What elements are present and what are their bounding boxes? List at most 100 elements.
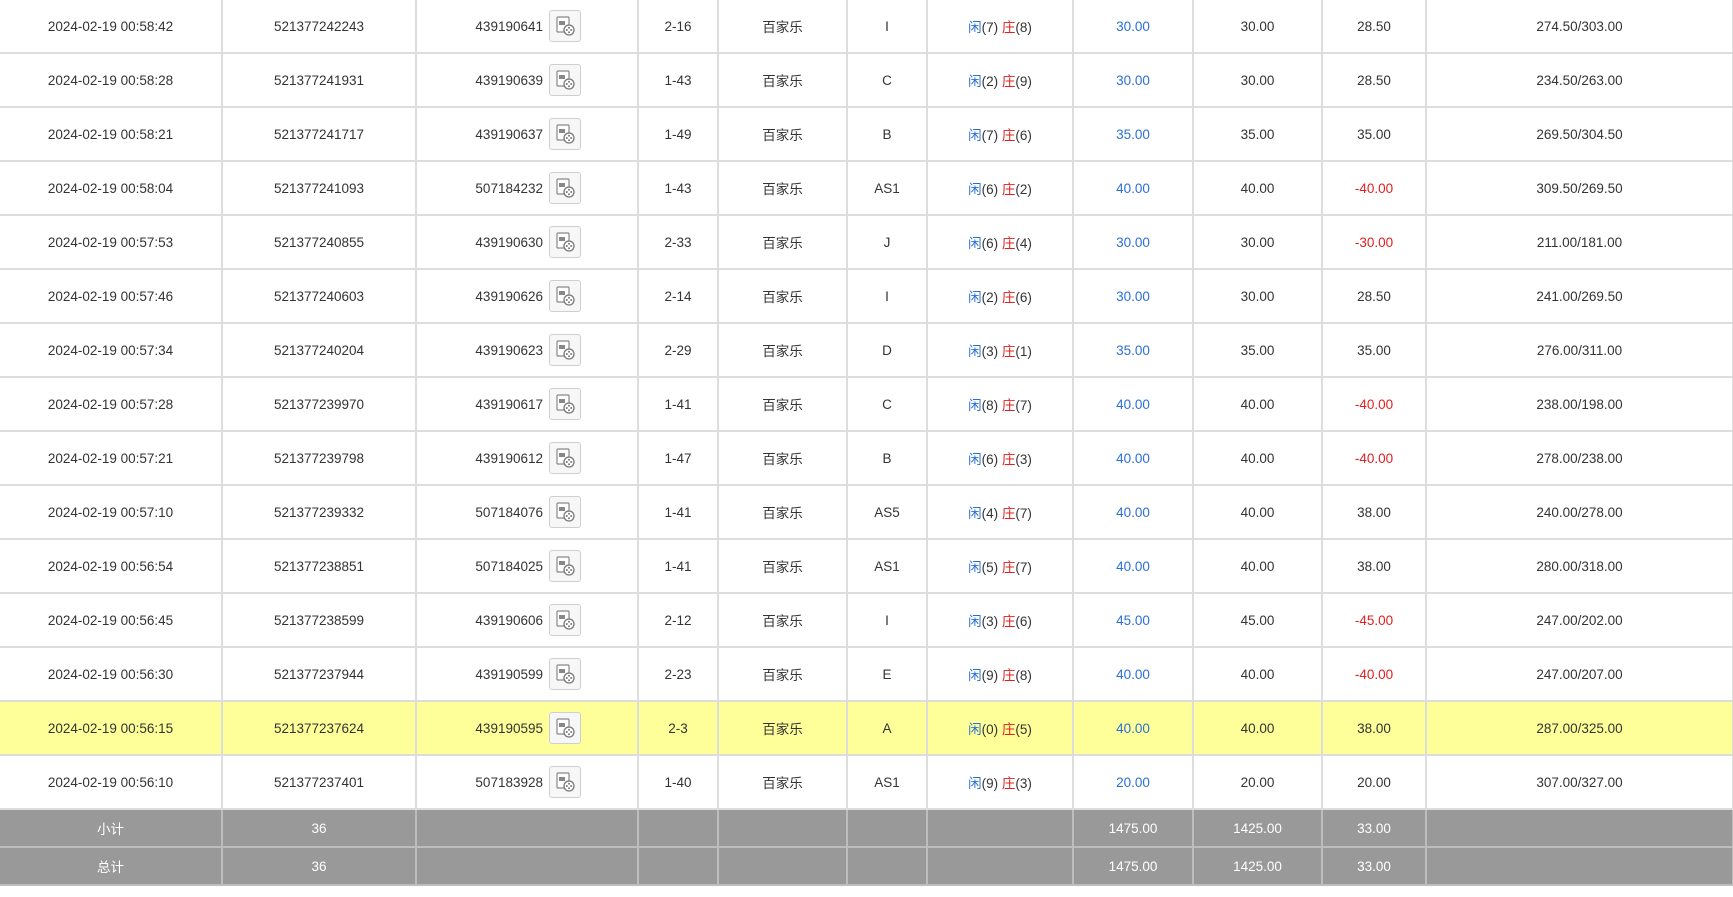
table-row: 2024-02-19 00:58:28 521377241931 4391906… <box>0 53 1733 108</box>
shoe-round-cell: 1-41 <box>638 377 719 432</box>
table-name: AS1 <box>874 558 900 574</box>
bet-amount-cell: 40.00 <box>1073 701 1194 756</box>
banker-score: (1) <box>1015 344 1032 359</box>
game-type: 百家乐 <box>762 668 803 683</box>
table-row: 2024-02-19 00:56:30 521377237944 4391905… <box>0 647 1733 702</box>
shoe-round-cell: 1-41 <box>638 485 719 540</box>
bet-amount-cell: 40.00 <box>1073 647 1194 702</box>
valid-bet-cell: 40.00 <box>1193 431 1323 486</box>
video-record-icon[interactable] <box>549 10 581 42</box>
win-loss: 35.00 <box>1357 342 1391 358</box>
game-result-cell: 闲(4) 庄(7) <box>927 485 1074 540</box>
bet-amount-cell: 35.00 <box>1073 323 1194 378</box>
summary-label-cell: 小计 <box>0 809 223 848</box>
video-record-icon[interactable] <box>549 550 581 582</box>
game-type: 百家乐 <box>762 290 803 305</box>
game-id: 439190606 <box>475 612 543 628</box>
bet-amount: 40.00 <box>1116 558 1150 574</box>
banker-label: 庄 <box>1001 344 1016 359</box>
video-record-icon[interactable] <box>549 226 581 258</box>
bet-records-table: 2024-02-19 00:58:42 521377242243 4391906… <box>0 0 1733 886</box>
game-result-cell: 闲(9) 庄(3) <box>927 755 1074 810</box>
bet-time-cell: 2024-02-19 00:58:28 <box>0 53 223 108</box>
table-name: C <box>882 396 892 412</box>
bet-amount: 20.00 <box>1116 774 1150 790</box>
balance-cell: 269.50/304.50 <box>1426 107 1733 162</box>
video-record-icon[interactable] <box>549 442 581 474</box>
game-type: 百家乐 <box>762 398 803 413</box>
banker-label: 庄 <box>1001 560 1016 575</box>
shoe-round-cell: 2-29 <box>638 323 719 378</box>
game-type: 百家乐 <box>762 776 803 791</box>
video-record-icon[interactable] <box>549 172 581 204</box>
bet-amount: 40.00 <box>1116 396 1150 412</box>
bet-time-cell: 2024-02-19 00:57:46 <box>0 269 223 324</box>
game-result-cell: 闲(0) 庄(5) <box>927 701 1074 756</box>
game-id: 439190617 <box>475 396 543 412</box>
bet-amount-cell: 30.00 <box>1073 269 1194 324</box>
player-label: 闲 <box>968 20 982 35</box>
bet-amount: 35.00 <box>1116 342 1150 358</box>
bet-time: 2024-02-19 00:56:30 <box>47 666 174 682</box>
game-id-cell: 439190626 <box>416 269 639 324</box>
bet-time-cell: 2024-02-19 00:56:15 <box>0 701 223 756</box>
banker-label: 庄 <box>1001 398 1016 413</box>
video-record-icon[interactable] <box>549 334 581 366</box>
player-label: 闲 <box>968 452 982 467</box>
win-loss: -45.00 <box>1354 612 1394 628</box>
balance-cell: 274.50/303.00 <box>1426 0 1733 54</box>
bet-time: 2024-02-19 00:57:21 <box>47 450 174 466</box>
game-result-cell: 闲(9) 庄(8) <box>927 647 1074 702</box>
balance: 280.00/318.00 <box>1536 558 1623 574</box>
video-record-icon[interactable] <box>549 658 581 690</box>
game-type-cell: 百家乐 <box>718 323 848 378</box>
bet-time: 2024-02-19 00:58:28 <box>47 72 174 88</box>
bet-id: 521377240204 <box>273 342 365 358</box>
player-label: 闲 <box>968 776 982 791</box>
table-name: AS5 <box>874 504 900 520</box>
summary-bet-cell: 1475.00 <box>1073 809 1194 848</box>
game-type-cell: 百家乐 <box>718 431 848 486</box>
win-loss-cell: 35.00 <box>1322 107 1427 162</box>
video-record-icon[interactable] <box>549 280 581 312</box>
summary-row: 总计 36 1475.00 1425.00 33.00 <box>0 847 1733 886</box>
game-id-cell: 507184025 <box>416 539 639 594</box>
bet-id-cell: 521377241717 <box>222 107 417 162</box>
table-name-cell: C <box>847 377 928 432</box>
player-score: (2) <box>981 290 999 305</box>
banker-score: (7) <box>1015 506 1032 521</box>
summary-valid-cell: 1425.00 <box>1193 809 1323 848</box>
valid-bet: 35.00 <box>1240 342 1275 358</box>
win-loss-cell: 35.00 <box>1322 323 1427 378</box>
video-record-icon[interactable] <box>549 496 581 528</box>
game-type: 百家乐 <box>762 74 803 89</box>
video-record-icon[interactable] <box>549 388 581 420</box>
table-name: I <box>885 288 889 304</box>
game-id-cell: 439190641 <box>416 0 639 54</box>
shoe-round-cell: 1-47 <box>638 431 719 486</box>
valid-bet-cell: 35.00 <box>1193 323 1323 378</box>
game-type-cell: 百家乐 <box>718 647 848 702</box>
game-result-cell: 闲(2) 庄(6) <box>927 269 1074 324</box>
video-record-icon[interactable] <box>549 64 581 96</box>
video-record-icon[interactable] <box>549 766 581 798</box>
shoe-round: 1-40 <box>664 774 692 790</box>
summary-valid-cell: 1425.00 <box>1193 847 1323 886</box>
banker-label: 庄 <box>1001 614 1016 629</box>
valid-bet-cell: 30.00 <box>1193 0 1323 54</box>
video-record-icon[interactable] <box>549 712 581 744</box>
game-type-cell: 百家乐 <box>718 215 848 270</box>
bet-amount-cell: 30.00 <box>1073 53 1194 108</box>
table-row: 2024-02-19 00:56:10 521377237401 5071839… <box>0 755 1733 810</box>
win-loss: -30.00 <box>1354 234 1394 250</box>
win-loss-cell: 38.00 <box>1322 539 1427 594</box>
table-row: 2024-02-19 00:58:04 521377241093 5071842… <box>0 161 1733 216</box>
video-record-icon[interactable] <box>549 118 581 150</box>
summary-row: 小计 36 1475.00 1425.00 33.00 <box>0 809 1733 848</box>
player-score: (9) <box>981 668 999 683</box>
balance: 269.50/304.50 <box>1536 126 1623 142</box>
game-id-cell: 439190630 <box>416 215 639 270</box>
game-result-cell: 闲(2) 庄(9) <box>927 53 1074 108</box>
win-loss: -40.00 <box>1354 180 1394 196</box>
video-record-icon[interactable] <box>549 604 581 636</box>
